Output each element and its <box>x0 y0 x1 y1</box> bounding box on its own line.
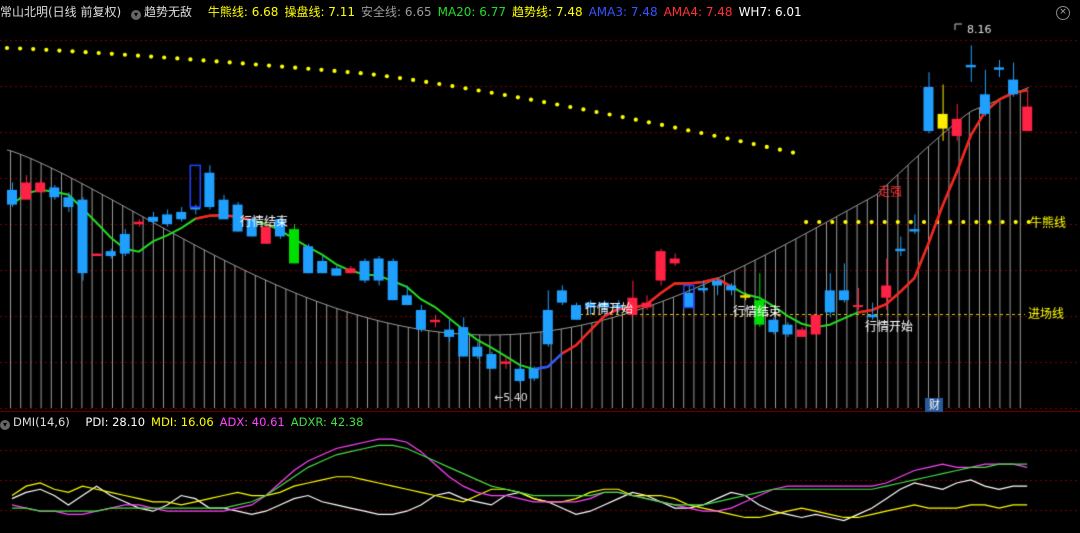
indicator-values: 牛熊线: 6.68 操盘线: 7.11 安全线: 6.65 MA20: 6.77 趋势线… <box>208 5 808 19</box>
dmi-value: MDI: 16.06 <box>151 415 214 429</box>
close-icon[interactable]: × <box>1056 6 1070 20</box>
main-chart-header: 常山北明(日线 前复权) ▾ 趋势无敌 牛熊线: 6.68 操盘线: 7.11 安全线… <box>0 3 814 21</box>
dmi-value: PDI: 28.10 <box>85 415 146 429</box>
stock-title: 常山北明(日线 前复权) <box>0 5 122 19</box>
dmi-header: ▾ DMI(14,6) PDI: 28.10 MDI: 16.06 ADX: 40.6… <box>0 414 375 430</box>
dmi-name[interactable]: ▾ DMI(14,6) <box>0 415 76 430</box>
indicator-value: 安全线: 6.65 <box>361 5 432 19</box>
indicator-value: WH7: 6.01 <box>738 5 802 19</box>
indicator-value: 趋势线: 7.48 <box>512 5 583 19</box>
settings-dot-icon[interactable]: ▾ <box>131 10 142 20</box>
dmi-values: PDI: 28.10 MDI: 16.06 ADX: 40.61 ADXR: 42.3… <box>85 415 369 429</box>
settings-dot-icon[interactable]: ▾ <box>0 420 10 430</box>
indicator-name[interactable]: ▾ 趋势无敌 <box>131 5 198 20</box>
indicator-value: 操盘线: 7.11 <box>284 5 356 19</box>
dmi-value: ADXR: 42.38 <box>290 415 364 429</box>
indicator-value: AMA4: 7.48 <box>663 5 733 19</box>
dmi-value: ADX: 40.61 <box>219 415 285 429</box>
indicator-value: MA20: 6.77 <box>437 5 507 19</box>
indicator-value: 牛熊线: 6.68 <box>207 5 279 19</box>
stock-chart-canvas[interactable] <box>0 0 1080 533</box>
indicator-value: AMA3: 7.48 <box>588 5 658 19</box>
